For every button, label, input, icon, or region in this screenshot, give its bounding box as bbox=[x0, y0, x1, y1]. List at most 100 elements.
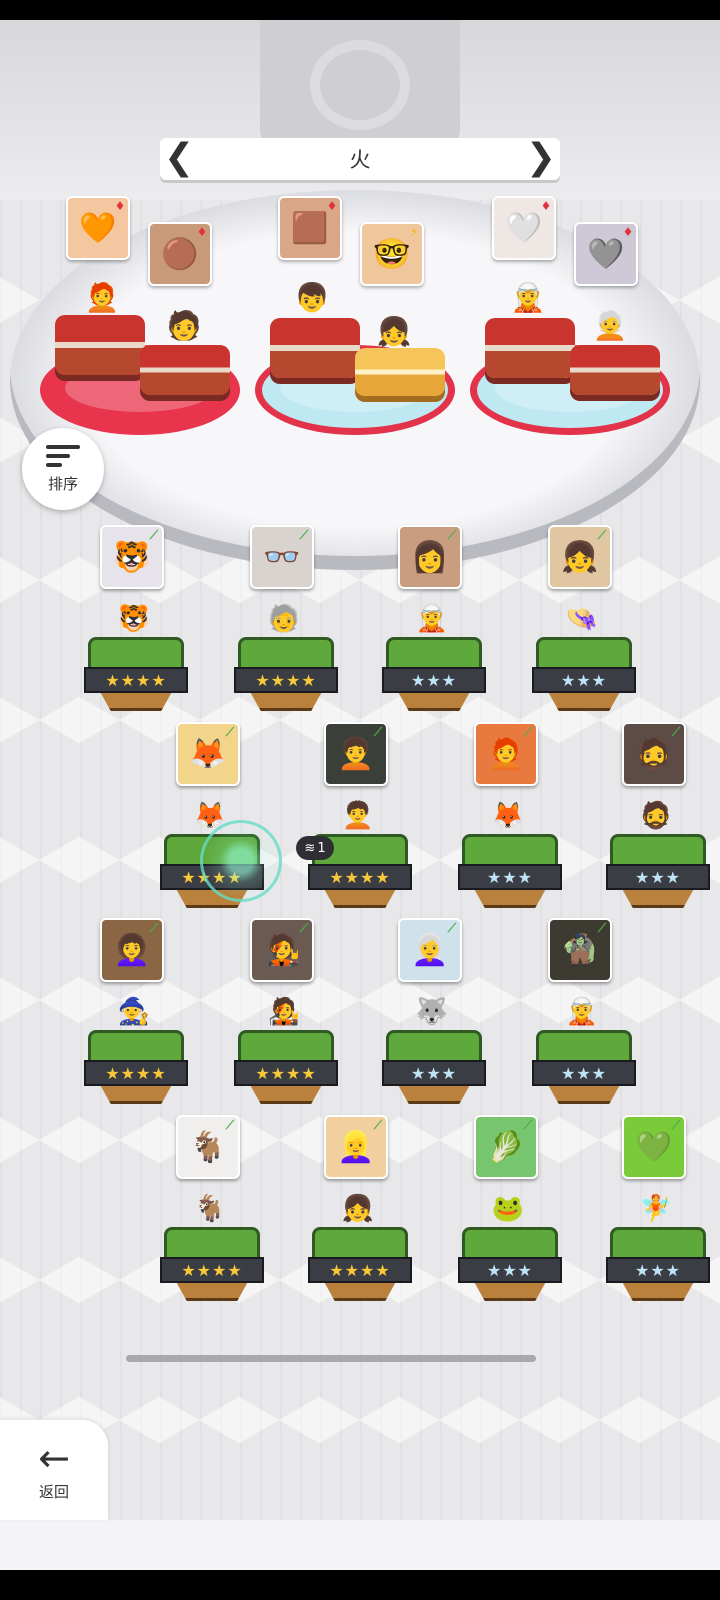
horizontal-scrollbar[interactable] bbox=[126, 1355, 536, 1362]
roster-unit[interactable]: 👩‍🦳 ⟋ 🐺 ★★★ bbox=[380, 918, 490, 1108]
cake-block bbox=[485, 318, 575, 378]
leaf-element-icon: ⟋ bbox=[597, 921, 607, 935]
unit-sprite: 👧 bbox=[341, 1194, 375, 1224]
unit-portrait[interactable]: 🧑‍🎤 ⟋ bbox=[250, 918, 314, 982]
roster-unit[interactable]: 👩 ⟋ 🧝 ★★★ bbox=[380, 525, 490, 715]
unit-sprite: 🧑‍🎤 bbox=[267, 997, 301, 1027]
prev-element-button[interactable]: ❮ bbox=[164, 140, 194, 176]
team-member-portrait[interactable]: 🤓 ⚡ bbox=[360, 222, 424, 286]
back-label: 返回 bbox=[38, 1482, 69, 1501]
unit-sprite: 🐐 bbox=[193, 1194, 227, 1224]
star-rating: ★★★★ bbox=[308, 1257, 412, 1283]
team-member-portrait[interactable]: 🤍 ♦ bbox=[492, 196, 556, 260]
roster-unit[interactable]: 👓 ⟋ 🧓 ★★★★ bbox=[232, 525, 342, 715]
leaf-element-icon: ⟋ bbox=[299, 528, 309, 542]
unit-portrait[interactable]: 🐐 ⟋ bbox=[176, 1115, 240, 1179]
unit-portrait[interactable]: 🐯 ⟋ bbox=[100, 525, 164, 589]
unit-portrait[interactable]: 👩‍🦱 ⟋ bbox=[100, 918, 164, 982]
roster-unit[interactable]: 🧔 ⟋ 🧔 ★★★ bbox=[604, 722, 714, 912]
cake-block bbox=[270, 318, 360, 378]
unit-portrait[interactable]: 🧌 ⟋ bbox=[548, 918, 612, 982]
element-title: 火 bbox=[349, 148, 371, 172]
grass-block: ★★★★ bbox=[308, 1227, 412, 1301]
unit-portrait[interactable]: 👱‍♀️ ⟋ bbox=[324, 1115, 388, 1179]
fire-element-icon: ♦ bbox=[540, 199, 552, 213]
unit-portrait[interactable]: 👧 ⟋ bbox=[548, 525, 612, 589]
team-member-sprite: 🧝 bbox=[510, 280, 546, 314]
star-rating: ★★★★ bbox=[234, 1060, 338, 1086]
portrait-image: 🤍 bbox=[505, 210, 543, 246]
team-member-portrait[interactable]: 🧡 ♦ bbox=[66, 196, 130, 260]
unit-sprite: 🧝 bbox=[565, 997, 599, 1027]
roster-unit[interactable]: 🧑‍🦱 ⟋ 🧑‍🦱 ★★★★ bbox=[306, 722, 416, 912]
unit-portrait[interactable]: 🧑‍🦱 ⟋ bbox=[324, 722, 388, 786]
unit-portrait[interactable]: 🧔 ⟋ bbox=[622, 722, 686, 786]
leaf-element-icon: ⟋ bbox=[225, 1118, 235, 1132]
portrait-image: 🟫 bbox=[291, 210, 329, 246]
unit-sprite: 🧚 bbox=[639, 1194, 673, 1224]
cake-block bbox=[140, 345, 230, 395]
portrait-image: 👩 bbox=[411, 539, 449, 575]
leaf-element-icon: ⟋ bbox=[225, 725, 235, 739]
star-rating: ★★★★ bbox=[234, 667, 338, 693]
portrait-image: 🧡 bbox=[79, 210, 117, 246]
team-member-portrait[interactable]: 🟤 ♦ bbox=[148, 222, 212, 286]
unit-portrait[interactable]: 🦊 ⟋ bbox=[176, 722, 240, 786]
portrait-image: 🧌 bbox=[561, 932, 599, 968]
roster-unit[interactable]: 👧 ⟋ 👒 ★★★ bbox=[530, 525, 640, 715]
stack-icon: ≋ bbox=[304, 840, 316, 856]
unit-sprite: 🧔 bbox=[639, 801, 673, 831]
bottom-strip bbox=[0, 1520, 720, 1570]
roster-unit[interactable]: 🐯 ⟋ 🐯 ★★★★ bbox=[82, 525, 192, 715]
team-member-portrait[interactable]: 🟫 ♦ bbox=[278, 196, 342, 260]
roster-unit[interactable]: 👱‍♀️ ⟋ 👧 ★★★★ bbox=[306, 1115, 416, 1305]
unit-sprite: 🧙 bbox=[117, 997, 151, 1027]
grass-block: ★★★ bbox=[382, 1030, 486, 1104]
status-bar bbox=[0, 0, 720, 20]
leaf-element-icon: ⟋ bbox=[671, 725, 681, 739]
unit-portrait[interactable]: 👩 ⟋ bbox=[398, 525, 462, 589]
unit-sprite: 🦊 bbox=[491, 801, 525, 831]
leaf-element-icon: ⟋ bbox=[597, 528, 607, 542]
fire-element-icon: ♦ bbox=[114, 199, 126, 213]
portrait-image: 🧔 bbox=[635, 736, 673, 772]
unit-sprite: 🧝 bbox=[415, 604, 449, 634]
cake-block bbox=[55, 315, 145, 375]
portrait-image: 🩶 bbox=[587, 236, 625, 272]
roster-unit[interactable]: 💚 ⟋ 🧚 ★★★ bbox=[604, 1115, 714, 1305]
unit-portrait[interactable]: 🥬 ⟋ bbox=[474, 1115, 538, 1179]
portrait-image: 🥬 bbox=[487, 1129, 525, 1165]
roster-unit[interactable]: 👩‍🦱 ⟋ 🧙 ★★★★ bbox=[82, 918, 192, 1108]
leaf-element-icon: ⟋ bbox=[447, 528, 457, 542]
grass-block: ★★★★ bbox=[84, 637, 188, 711]
grass-block: ★★★★ bbox=[84, 1030, 188, 1104]
grass-block: ★★★ bbox=[606, 834, 710, 908]
star-rating: ★★★ bbox=[382, 1060, 486, 1086]
portrait-image: 👩‍🦱 bbox=[113, 932, 151, 968]
unit-portrait[interactable]: 👓 ⟋ bbox=[250, 525, 314, 589]
unit-portrait[interactable]: 👩‍🦳 ⟋ bbox=[398, 918, 462, 982]
grass-block: ★★★★ bbox=[160, 1227, 264, 1301]
leaf-element-icon: ⟋ bbox=[299, 921, 309, 935]
back-button[interactable]: ← 返回 bbox=[0, 1420, 108, 1520]
unit-portrait[interactable]: 💚 ⟋ bbox=[622, 1115, 686, 1179]
roster-unit[interactable]: 🧑‍🦰 ⟋ 🦊 ★★★ bbox=[456, 722, 566, 912]
unit-portrait[interactable]: 🧑‍🦰 ⟋ bbox=[474, 722, 538, 786]
team-member-portrait[interactable]: 🩶 ♦ bbox=[574, 222, 638, 286]
star-rating: ★★★ bbox=[382, 667, 486, 693]
portrait-image: 👱‍♀️ bbox=[337, 1129, 375, 1165]
sort-button[interactable]: 排序 bbox=[22, 428, 104, 510]
leaf-element-icon: ⟋ bbox=[447, 921, 457, 935]
roster-unit[interactable]: 🐐 ⟋ 🐐 ★★★★ bbox=[158, 1115, 268, 1305]
roster-unit[interactable]: 🧑‍🎤 ⟋ 🧑‍🎤 ★★★★ bbox=[232, 918, 342, 1108]
arena-emblem bbox=[260, 20, 460, 150]
star-rating: ★★★★ bbox=[308, 864, 412, 890]
next-element-button[interactable]: ❯ bbox=[526, 140, 556, 176]
grass-block: ★★★ bbox=[382, 637, 486, 711]
portrait-image: 💚 bbox=[635, 1129, 673, 1165]
roster-unit[interactable]: 🥬 ⟋ 🐸 ★★★ bbox=[456, 1115, 566, 1305]
fire-element-icon: ♦ bbox=[622, 225, 634, 239]
grass-block: ★★★ bbox=[532, 637, 636, 711]
portrait-image: 👩‍🦳 bbox=[411, 932, 449, 968]
roster-unit[interactable]: 🧌 ⟋ 🧝 ★★★ bbox=[530, 918, 640, 1108]
